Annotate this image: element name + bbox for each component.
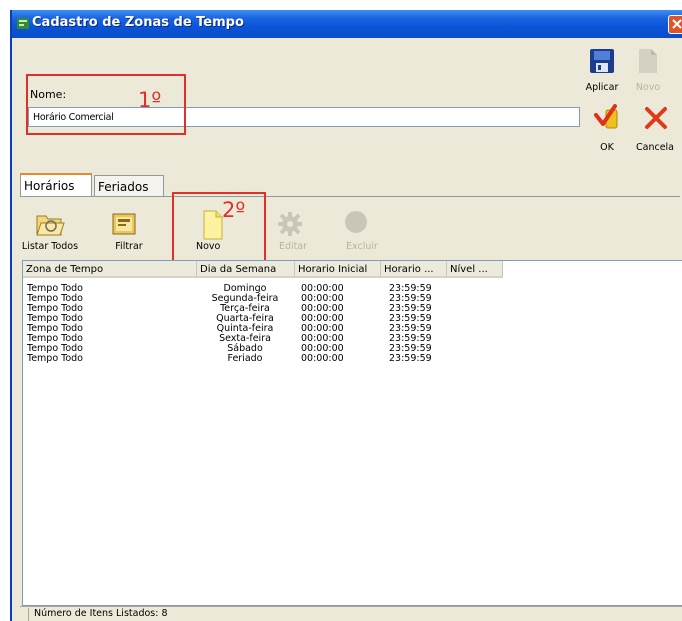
novo-top-label: Novo xyxy=(635,82,661,93)
status-bar: Número de Itens Listados: 8 xyxy=(20,606,682,621)
table-row[interactable]: Tempo Todo Quarta-feira 00:00:00 23:59:5… xyxy=(23,314,682,324)
column-header-nivel[interactable]: Nível ... xyxy=(447,261,503,278)
annotation-label-1: 1º xyxy=(138,88,162,112)
ok-label: OK xyxy=(600,142,614,153)
title-bar: Cadastro de Zonas de Tempo xyxy=(12,10,682,38)
window-title: Cadastro de Zonas de Tempo xyxy=(32,15,244,30)
open-folder-icon xyxy=(36,215,65,236)
aplicar-button[interactable]: Aplicar xyxy=(582,48,622,94)
cell-zona: Tempo Todo xyxy=(27,353,83,364)
new-document-icon xyxy=(639,49,657,73)
table-row[interactable]: Tempo Todo Segunda-feira 00:00:00 23:59:… xyxy=(23,294,682,304)
column-header-dia[interactable]: Dia da Semana xyxy=(197,261,295,278)
list-header: Zona de Tempo Dia da Semana Horario Inic… xyxy=(23,261,523,278)
cell-inicial: 00:00:00 xyxy=(301,353,344,364)
annotation-box-1 xyxy=(26,74,186,135)
table-row[interactable]: Tempo Todo Feriado 00:00:00 23:59:59 xyxy=(23,354,682,364)
table-row[interactable]: Tempo Todo Sábado 00:00:00 23:59:59 xyxy=(23,344,682,354)
filtrar-button[interactable]: Filtrar xyxy=(94,198,154,256)
app-window: Cadastro de Zonas de Tempo Nome: 1º Apli… xyxy=(10,10,682,621)
cell-dia: Feriado xyxy=(227,353,263,364)
ok-button[interactable]: OK xyxy=(592,102,622,153)
cell-final: 23:59:59 xyxy=(389,353,432,364)
status-text: Número de Itens Listados: 8 xyxy=(34,608,168,619)
annotation-label-2: 2º xyxy=(222,198,246,222)
editar-button[interactable]: Editar xyxy=(258,198,318,256)
status-separator xyxy=(28,608,29,621)
table-row[interactable]: Tempo Todo Domingo 00:00:00 23:59:59 xyxy=(23,284,682,294)
close-button[interactable] xyxy=(668,15,682,34)
table-row[interactable]: Tempo Todo Quinta-feira 00:00:00 23:59:5… xyxy=(23,324,682,334)
checkmark-icon xyxy=(594,104,618,129)
gear-icon xyxy=(278,212,302,236)
table-row[interactable]: Tempo Todo Sexta-feira 00:00:00 23:59:59 xyxy=(23,334,682,344)
filtrar-label: Filtrar xyxy=(115,241,143,252)
annotation-box-2 xyxy=(172,192,266,264)
editar-label: Editar xyxy=(278,241,308,252)
tab-divider xyxy=(20,196,680,197)
table-row[interactable]: Tempo Todo Terça-feira 00:00:00 23:59:59 xyxy=(23,304,682,314)
tab-feriados[interactable]: Feriados xyxy=(94,175,164,197)
list-toolbar: Listar Todos Filtrar Novo Editar Excluir xyxy=(20,198,682,256)
tab-horarios[interactable]: Horários xyxy=(20,173,92,197)
zones-list[interactable]: Zona de Tempo Dia da Semana Horario Inic… xyxy=(22,260,682,606)
cancelar-button[interactable]: Cancela xyxy=(632,102,682,153)
excluir-button[interactable]: Excluir xyxy=(326,198,386,256)
close-icon xyxy=(672,19,682,29)
cancelar-label: Cancela xyxy=(636,142,675,153)
filter-icon xyxy=(112,213,136,235)
listar-todos-label: Listar Todos xyxy=(21,241,79,252)
excluir-label: Excluir xyxy=(346,241,378,252)
cancel-x-icon xyxy=(645,107,667,129)
column-header-inicial[interactable]: Horario Inicial xyxy=(295,261,381,278)
listar-todos-button[interactable]: Listar Todos xyxy=(20,198,80,256)
app-icon xyxy=(17,18,29,29)
novo-top-button[interactable]: Novo xyxy=(628,48,668,94)
delete-circle-icon xyxy=(345,211,367,233)
aplicar-label: Aplicar xyxy=(585,82,619,93)
column-header-zona[interactable]: Zona de Tempo xyxy=(23,261,197,278)
save-icon xyxy=(590,49,614,73)
column-header-final[interactable]: Horario ... xyxy=(381,261,447,278)
